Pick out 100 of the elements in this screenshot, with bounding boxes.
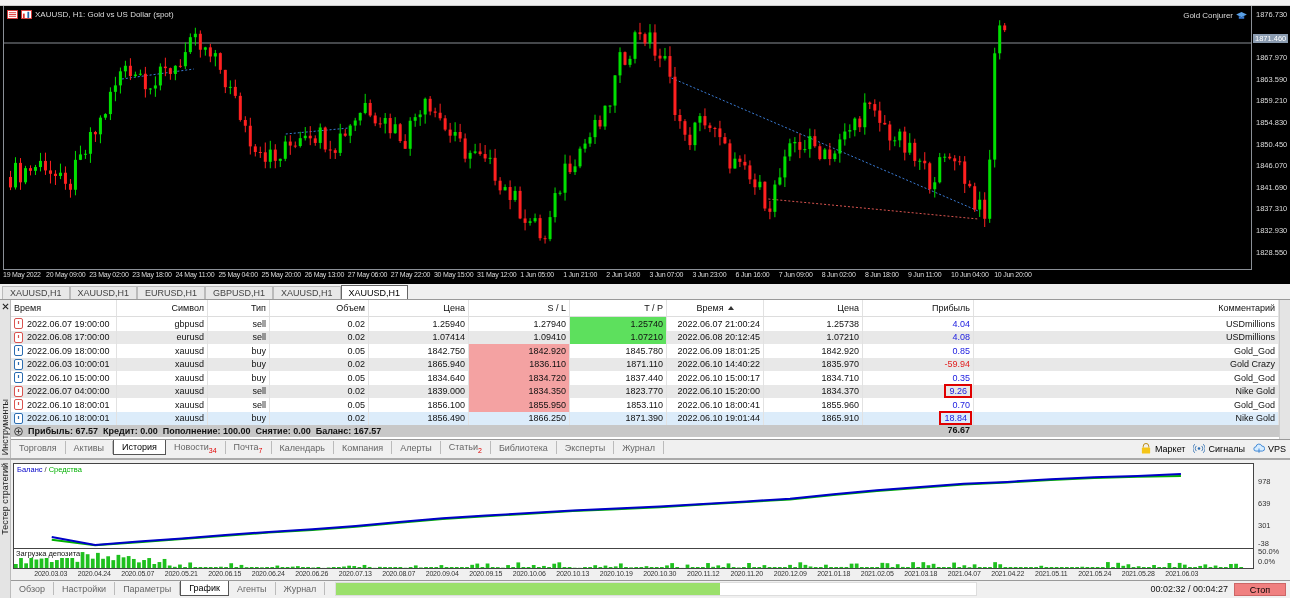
cloud-icon [1253,443,1265,454]
table-cell: 0.02 [347,318,365,329]
table-cell: 1.07414 [432,332,465,343]
table-cell: 1845.780 [625,345,663,356]
column-header[interactable]: Время [667,300,764,316]
table-cell: gbpusd [174,318,204,329]
trend-line [285,127,350,135]
tester-tab[interactable]: График [180,581,229,596]
table-cell: 2022.06.08 17:00:00 [27,332,110,343]
column-header[interactable]: Время [11,300,117,316]
chart-tab[interactable]: XAUUSD,H1 [340,285,409,299]
tester-tab[interactable]: Настройки [54,582,116,595]
signal-icon [1193,443,1206,454]
panel-tab[interactable]: Эксперты [556,441,615,454]
chart-icon [7,10,18,19]
chart-tab[interactable]: XAUUSD,H1 [273,286,341,299]
expand-icon[interactable] [14,425,23,437]
column-header[interactable]: S / L [469,300,570,316]
tester-tab[interactable]: Агенты [228,582,276,595]
table-cell: 2022.06.10 18:00:01 [27,413,110,424]
service-link[interactable]: VPS [1253,443,1286,454]
chart-tab[interactable]: EURUSD,H1 [137,286,206,299]
column-header[interactable]: Тип [208,300,270,316]
total-profit: 76.67 [947,425,970,435]
table-cell: 0.70 [952,399,970,410]
table-cell: 1866.250 [528,413,566,424]
chart-icon [21,10,32,19]
table-row[interactable]: 2022.06.07 04:00:00 xauusd sell 0.02 1839.000 1834.350 1823.770 2022.06.10 15:20:00 1834.370 9.26 Nike Gold [11,384,1279,398]
column-header[interactable]: Объем [270,300,369,316]
table-row[interactable]: 2022.06.10 18:00:01 xauusd sell 0.05 1856.100 1855.950 1853.110 2022.06.10 18:00:41 1855.960 0.70 Gold_God [11,398,1279,412]
panel-tab[interactable]: Почта$_{7}$ [225,441,272,454]
table-cell: 1855.960 [821,399,859,410]
table-cell: 4.04 [952,318,970,329]
graduation-cap-icon [1236,11,1247,20]
table-cell: 1855.950 [528,399,566,410]
table-cell: 1839.000 [427,386,465,397]
table-cell: xauusd [174,413,204,424]
stop-button[interactable]: Стоп [1234,582,1286,596]
table-cell: 1.07210 [630,332,663,343]
chart-tab[interactable]: XAUUSD,H1 [69,286,138,299]
table-cell: Gold Crazy [1230,359,1275,370]
table-cell: 2022.06.09 18:00:00 [27,345,110,356]
panel-tab[interactable]: Библиотека [490,441,557,454]
panel-tab[interactable]: Календарь [271,441,334,454]
panel-tab[interactable]: Журнал [614,441,664,454]
table-cell: sell [252,399,266,410]
column-header[interactable]: Символ [117,300,208,316]
table-cell: 2022.06.10 15:20:00 [677,386,760,397]
panel-tab[interactable]: Компания [333,441,393,454]
table-row[interactable]: 2022.06.03 10:00:01 xauusd buy 0.02 1865.940 1836.110 1871.110 2022.06.10 14:40:22 1835.970 -59.94 Gold Crazy [11,357,1279,371]
table-cell: 2022.06.09 18:01:25 [677,345,760,356]
table-row[interactable]: 2022.06.07 19:00:00 gbpusd sell 0.02 1.25940 1.27940 1.25740 2022.06.07 21:00:24 1.25738 4.04 USDmillions [11,317,1279,331]
close-icon[interactable] [1,303,9,310]
panel-title: Инструменты [0,398,10,455]
table-cell: 2022.06.08 20:12:45 [677,332,760,343]
table-cell: buy [251,345,266,356]
table-cell: 1871.390 [625,413,663,424]
chart-tab[interactable]: XAUUSD,H1 [2,286,70,299]
table-cell: eurusd [176,332,204,343]
service-link[interactable]: Сигналы [1193,443,1245,454]
table-cell: sell [252,386,266,397]
chart-tab[interactable]: GBPUSD,H1 [205,286,274,299]
column-header[interactable]: Прибыль [863,300,974,316]
table-row[interactable]: 2022.06.10 18:00:01 xauusd buy 0.02 1856.490 1866.250 1871.390 2022.06.10 19:01:44 1865.910 18.84 Nike Gold [11,411,1279,425]
table-row[interactable]: 2022.06.08 17:00:00 eurusd sell 0.02 1.07414 1.09410 1.07210 2022.06.08 20:12:45 1.07210 4.08 USDmillions [11,330,1279,344]
service-link[interactable]: Маркет [1140,443,1186,454]
table-cell: 1835.970 [821,359,859,370]
table-cell: 1.25738 [826,318,859,329]
table-cell: 1.25940 [432,318,465,329]
tester-tab[interactable]: Обзор [11,582,54,595]
table-cell: 1865.910 [821,413,859,424]
table-cell: 0.02 [347,386,365,397]
table-row[interactable]: 2022.06.09 18:00:00 xauusd buy 0.05 1842.750 1842.920 1845.780 2022.06.09 18:01:25 1842.920 0.85 Gold_God [11,344,1279,358]
column-header[interactable]: T / P [570,300,667,316]
tester-tab[interactable]: Журнал [275,582,326,595]
scrollbar[interactable] [1279,300,1290,439]
table-cell: 0.05 [347,345,365,356]
panel-tab[interactable]: Торговля [11,441,66,454]
table-cell: 1853.110 [626,399,663,410]
table-cell: 2022.06.07 04:00:00 [27,386,110,397]
elapsed-time: 00:02:32 / 00:04:27 [1150,584,1228,594]
table-cell: 2022.06.10 18:00:41 [677,399,760,410]
table-cell: 1837.440 [625,372,663,383]
column-header[interactable]: Цена [369,300,469,316]
table-cell: Nike Gold [1235,413,1275,424]
expert-name: Gold Conjurer [1183,11,1233,20]
panel-tab[interactable]: Алерты [392,441,441,454]
panel-tab[interactable]: Статьи$_{2}$ [440,441,491,454]
table-row[interactable]: 2022.06.10 15:00:00 xauusd buy 0.05 1834.640 1834.720 1837.440 2022.06.10 15:00:17 1834.710 0.35 Gold_God [11,371,1279,385]
table-cell: 1842.920 [821,345,859,356]
chart-title: XAUUSD, H1: Gold vs US Dollar (spot) [35,10,174,19]
column-header[interactable]: Цена [764,300,863,316]
panel-tab[interactable]: История [113,440,166,455]
table-cell: buy [251,413,266,424]
table-cell: 1834.720 [528,372,566,383]
table-cell: 1834.370 [821,386,859,397]
panel-tab[interactable]: Новости$_{34}$ [165,441,226,454]
table-cell: 0.05 [347,372,365,383]
table-cell: 2022.06.07 21:00:24 [677,318,760,329]
table-cell: 0.02 [347,413,365,424]
